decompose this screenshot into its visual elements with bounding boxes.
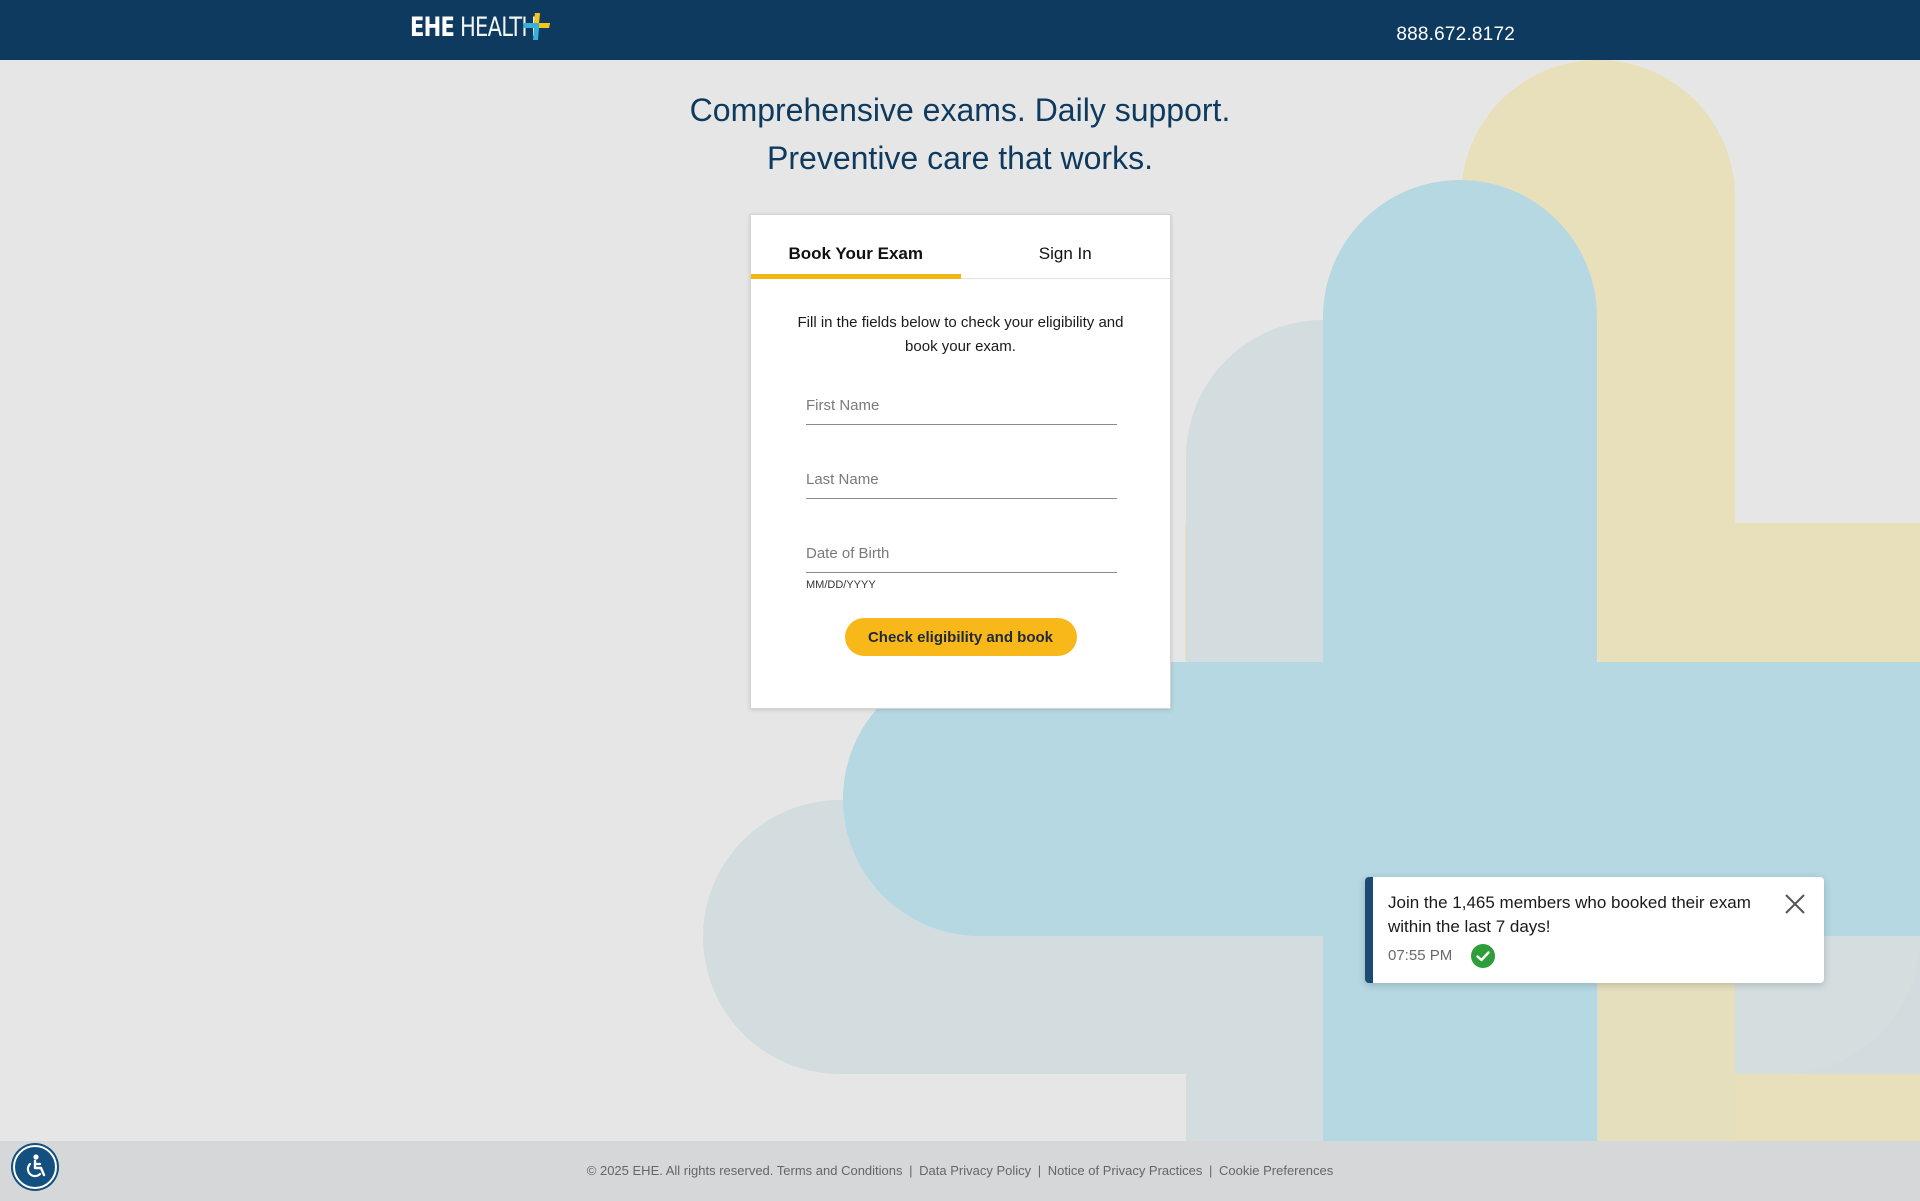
date-of-birth-field: [806, 541, 1117, 573]
footer-separator: |: [909, 1163, 913, 1178]
plus-logo-icon: [523, 13, 550, 40]
close-icon[interactable]: [1784, 893, 1806, 915]
ehe-health-logo[interactable]: EHE HEALTH: [410, 12, 572, 43]
page: EHE HEALTH 888.672.8172 Comprehensive ex…: [0, 0, 1920, 1201]
site-footer: © 2025 EHE. All rights reserved. Terms a…: [0, 1141, 1920, 1201]
notice-of-privacy-link[interactable]: Notice of Privacy Practices: [1048, 1163, 1203, 1178]
tab-sign-in[interactable]: Sign In: [961, 215, 1171, 278]
check-eligibility-button[interactable]: Check eligibility and book: [844, 618, 1077, 656]
page-headline: Comprehensive exams. Daily support. Prev…: [0, 86, 1920, 182]
terms-link[interactable]: Terms and Conditions: [777, 1163, 903, 1178]
toast-message: Join the 1,465 members who booked their …: [1388, 893, 1751, 936]
accessibility-icon: [26, 1154, 46, 1178]
date-of-birth-input[interactable]: [806, 541, 1117, 573]
site-header: EHE HEALTH 888.672.8172: [0, 0, 1920, 60]
footer-links: © 2025 EHE. All rights reserved. Terms a…: [0, 1163, 1920, 1178]
booking-notification-toast: Join the 1,465 members who booked their …: [1365, 877, 1824, 983]
first-name-input[interactable]: [806, 393, 1117, 425]
headline-line-1: Comprehensive exams. Daily support.: [689, 92, 1231, 128]
last-name-field: [806, 467, 1117, 499]
date-format-hint: MM/DD/YYYY: [806, 579, 876, 591]
check-circle-icon: [1471, 944, 1495, 968]
first-name-field: [806, 393, 1117, 425]
eligibility-instructions: Fill in the fields below to check your e…: [797, 314, 1124, 355]
headline-line-2: Preventive care that works.: [767, 140, 1153, 176]
data-privacy-link[interactable]: Data Privacy Policy: [919, 1163, 1031, 1178]
footer-separator: |: [1037, 1163, 1042, 1178]
card-tabs: Book Your Exam Sign In: [751, 215, 1170, 279]
phone-number-link[interactable]: 888.672.8172: [1396, 24, 1515, 46]
footer-separator: |: [1209, 1163, 1213, 1178]
last-name-input[interactable]: [806, 467, 1117, 499]
tab-book-your-exam[interactable]: Book Your Exam: [751, 215, 961, 279]
logo-text-ehe: EHE: [410, 12, 455, 43]
copyright-text: © 2025 EHE. All rights reserved.: [586, 1163, 774, 1178]
toast-timestamp: 07:55 PM: [1388, 947, 1453, 964]
cookie-preferences-link[interactable]: Cookie Preferences: [1219, 1163, 1333, 1178]
booking-card: Book Your Exam Sign In Fill in the field…: [750, 214, 1171, 709]
accessibility-button[interactable]: [13, 1145, 57, 1189]
